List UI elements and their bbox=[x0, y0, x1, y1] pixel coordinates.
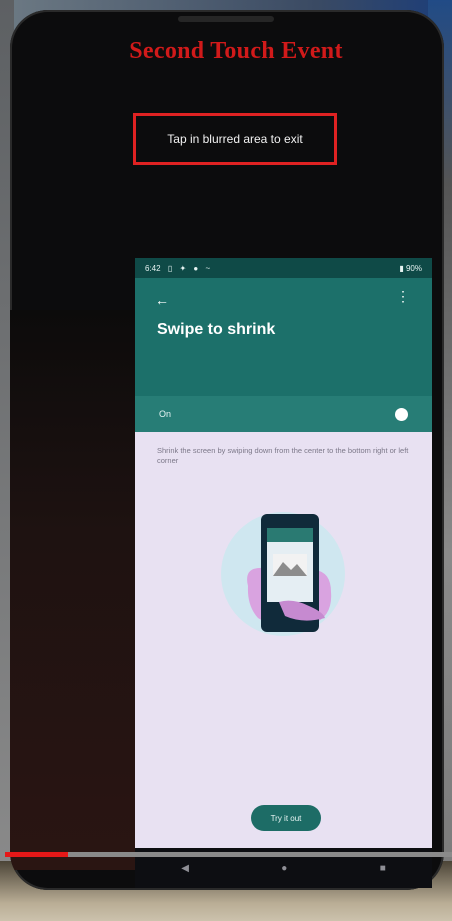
toggle-row[interactable]: On bbox=[135, 396, 432, 432]
back-arrow-icon[interactable]: ← bbox=[155, 292, 169, 308]
signal-icon: ~ bbox=[205, 263, 211, 273]
status-left: 6:42 ▯ ✦ ● ~ bbox=[145, 264, 215, 273]
status-bar: 6:42 ▯ ✦ ● ~ ▮ 90% bbox=[135, 258, 432, 278]
shrunken-screen: 6:42 ▯ ✦ ● ~ ▮ 90% ← ⋮ Swipe to shrink O… bbox=[135, 258, 432, 888]
battery-icon: ▮ bbox=[399, 263, 404, 273]
status-right: ▮ 90% bbox=[399, 264, 422, 273]
status-time: 6:42 bbox=[145, 263, 161, 273]
blurred-area[interactable] bbox=[10, 310, 135, 870]
exit-hint-text: Tap in blurred area to exit bbox=[167, 132, 303, 146]
more-vert-icon[interactable]: ⋮ bbox=[396, 288, 410, 305]
circle-icon: ● bbox=[193, 263, 199, 273]
battery-level: 90% bbox=[405, 263, 422, 273]
toggle-switch[interactable] bbox=[395, 407, 408, 421]
try-it-out-button[interactable]: Try it out bbox=[251, 805, 321, 831]
home-nav-icon[interactable]: ● bbox=[281, 863, 287, 874]
recents-nav-icon[interactable]: ■ bbox=[380, 863, 386, 874]
toggle-label: On bbox=[159, 409, 172, 419]
phone-speaker bbox=[178, 16, 274, 22]
hand-phone-illustration bbox=[221, 512, 345, 636]
description-text: Shrink the screen by swiping down from t… bbox=[157, 446, 409, 465]
annotation-heading: Second Touch Event bbox=[129, 38, 343, 64]
sim-icon: ▯ bbox=[167, 263, 173, 273]
exit-hint-box: Tap in blurred area to exit bbox=[133, 113, 337, 165]
video-progress-fill bbox=[5, 852, 68, 857]
app-bar: ← ⋮ Swipe to shrink bbox=[135, 278, 432, 396]
page-title: Swipe to shrink bbox=[157, 321, 276, 338]
video-progress-bar[interactable] bbox=[5, 852, 452, 857]
back-nav-icon[interactable]: ◀ bbox=[181, 863, 189, 874]
settings-icon: ✦ bbox=[179, 263, 187, 273]
